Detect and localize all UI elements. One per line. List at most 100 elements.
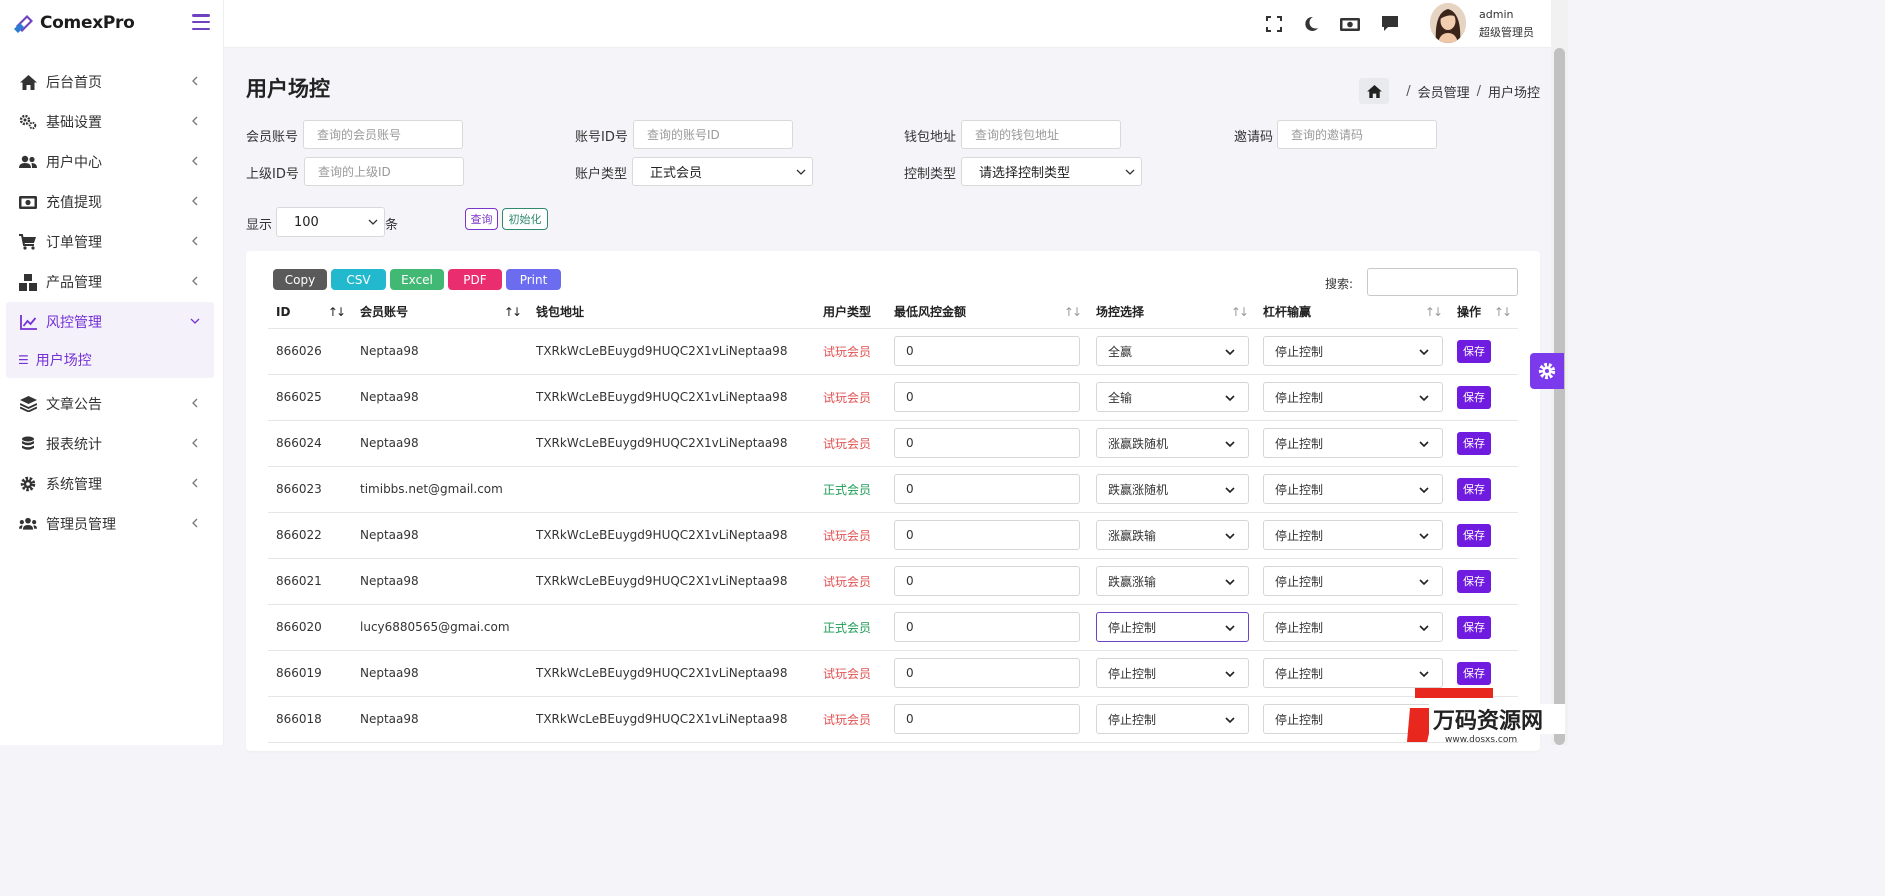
save-button[interactable]: 保存	[1457, 523, 1491, 547]
sidebar-item-recharge-withdraw[interactable]: 充值提现	[0, 182, 223, 222]
min-amount-input[interactable]: 0	[894, 520, 1080, 550]
min-amount-input[interactable]: 0	[894, 658, 1080, 688]
export-csv-button[interactable]: CSV	[331, 269, 386, 290]
fullscreen-icon[interactable]	[1265, 15, 1283, 33]
money-bill-icon[interactable]	[1340, 15, 1360, 33]
column-header-control[interactable]: 场控选择 ↑↓	[1088, 296, 1255, 329]
leverage-select[interactable]: 停止控制	[1263, 428, 1443, 458]
save-button[interactable]: 保存	[1457, 339, 1491, 363]
chevron-down-icon	[1225, 579, 1235, 586]
menu-toggle-icon[interactable]	[192, 14, 210, 30]
search-input[interactable]	[1367, 268, 1518, 296]
breadcrumb-item-member-management[interactable]: 会员管理	[1418, 82, 1470, 101]
sidebar-item-basic-settings[interactable]: 基础设置	[0, 102, 223, 142]
invite-code-input[interactable]	[1277, 120, 1437, 149]
leverage-select[interactable]: 停止控制	[1263, 336, 1443, 366]
chevron-left-icon	[192, 398, 198, 408]
save-button[interactable]: 保存	[1457, 569, 1491, 593]
sidebar-item-risk-control[interactable]: 风控管理	[6, 302, 214, 342]
cell-id: 866026	[268, 328, 352, 375]
min-amount-input[interactable]: 0	[894, 612, 1080, 642]
brand[interactable]: ComexPro	[0, 0, 223, 46]
save-button[interactable]: 保存	[1457, 431, 1491, 455]
cell-leverage: 停止控制	[1255, 466, 1449, 513]
control-select[interactable]: 停止控制	[1096, 612, 1249, 642]
leverage-select[interactable]: 停止控制	[1263, 382, 1443, 412]
column-header-action[interactable]: 操作 ↑↓	[1449, 296, 1518, 329]
chevron-down-icon	[1225, 533, 1235, 540]
sidebar-item-articles[interactable]: 文章公告	[0, 384, 223, 424]
table-row: 866025 Neptaa98 TXRkWcLeBEuygd9HUQC2X1vLiN…	[268, 374, 1518, 421]
save-button[interactable]: 保存	[1457, 615, 1491, 639]
export-copy-button[interactable]: Copy	[273, 269, 327, 290]
query-button[interactable]: 查询	[465, 208, 498, 230]
brand-logo-icon	[14, 15, 33, 33]
control-select[interactable]: 停止控制	[1096, 658, 1249, 688]
sidebar-item-admins[interactable]: 管理员管理	[0, 504, 223, 544]
control-select[interactable]: 涨赢跌输	[1096, 520, 1249, 550]
column-header-min-amount[interactable]: 最低风控金额 ↑↓	[886, 296, 1088, 329]
avatar[interactable]	[1430, 3, 1466, 43]
sidebar-item-products[interactable]: 产品管理	[0, 262, 223, 302]
column-header-wallet[interactable]: 钱包地址	[528, 296, 815, 329]
control-select[interactable]: 全赢	[1096, 336, 1249, 366]
scrollbar-thumb[interactable]	[1554, 48, 1565, 745]
sidebar-item-reports[interactable]: 报表统计	[0, 424, 223, 464]
export-print-button[interactable]: Print	[506, 269, 561, 290]
cell-action: 保存	[1449, 604, 1518, 651]
sidebar-item-orders[interactable]: 订单管理	[0, 222, 223, 262]
leverage-select[interactable]: 停止控制	[1263, 474, 1443, 504]
export-excel-button[interactable]: Excel	[390, 269, 444, 290]
control-select[interactable]: 跌赢涨随机	[1096, 474, 1249, 504]
min-amount-input[interactable]: 0	[894, 336, 1080, 366]
page-size-value: 100	[294, 214, 319, 230]
cell-action: 保存	[1449, 466, 1518, 513]
column-header-id[interactable]: ID ↑↓	[268, 296, 352, 329]
breadcrumb-home-icon[interactable]	[1359, 78, 1390, 104]
account-id-input[interactable]	[633, 120, 793, 149]
leverage-select[interactable]: 停止控制	[1263, 566, 1443, 596]
save-button[interactable]: 保存	[1457, 477, 1491, 501]
chart-line-icon	[19, 313, 37, 331]
column-header-leverage[interactable]: 杠杆输赢 ↑↓	[1255, 296, 1449, 329]
min-amount-input[interactable]: 0	[894, 704, 1080, 734]
sidebar-item-system[interactable]: 系统管理	[0, 464, 223, 504]
control-select[interactable]: 全输	[1096, 382, 1249, 412]
control-select[interactable]: 停止控制	[1096, 704, 1249, 734]
min-amount-input[interactable]: 0	[894, 382, 1080, 412]
theme-settings-gear-icon[interactable]	[1530, 353, 1564, 389]
chevron-left-icon	[192, 438, 198, 448]
leverage-select[interactable]: 停止控制	[1263, 612, 1443, 642]
reset-button[interactable]: 初始化	[502, 208, 548, 230]
parent-id-input[interactable]	[304, 157, 464, 186]
cell-wallet: TXRkWcLeBEuygd9HUQC2X1vLiNeptaa98	[528, 512, 815, 559]
moon-icon[interactable]	[1302, 15, 1320, 33]
sidebar-subitem-user-control[interactable]: ☰ 用户场控	[6, 342, 214, 378]
cell-control: 跌赢涨输	[1088, 558, 1255, 605]
table-row: 866023 timibbs.net@gmail.com 正式会员 0 跌赢涨随机 停止控…	[268, 466, 1518, 513]
cell-wallet: TXRkWcLeBEuygd9HUQC2X1vLiNeptaa98	[528, 420, 815, 467]
wallet-input[interactable]	[961, 120, 1121, 149]
control-select[interactable]: 跌赢涨输	[1096, 566, 1249, 596]
page-size-select[interactable]: 100	[276, 207, 385, 237]
account-type-select[interactable]: 正式会员	[632, 157, 813, 186]
column-header-account[interactable]: 会员账号 ↑↓	[352, 296, 528, 329]
sidebar-item-user-center[interactable]: 用户中心	[0, 142, 223, 182]
column-header-user-type[interactable]: 用户类型	[815, 296, 886, 329]
export-pdf-button[interactable]: PDF	[448, 269, 502, 290]
min-amount-input[interactable]: 0	[894, 428, 1080, 458]
account-type-label: 账户类型	[575, 167, 628, 182]
control-select[interactable]: 涨赢跌随机	[1096, 428, 1249, 458]
sidebar-item-dashboard[interactable]: 后台首页	[0, 62, 223, 102]
message-icon[interactable]	[1381, 15, 1399, 33]
control-type-value: 请选择控制类型	[979, 166, 1071, 181]
save-button[interactable]: 保存	[1457, 661, 1491, 685]
leverage-select[interactable]: 停止控制	[1263, 520, 1443, 550]
member-account-input[interactable]	[303, 120, 463, 149]
min-amount-input[interactable]: 0	[894, 566, 1080, 596]
min-amount-input[interactable]: 0	[894, 474, 1080, 504]
control-type-select[interactable]: 请选择控制类型	[961, 157, 1142, 186]
cell-account: Neptaa98	[352, 696, 528, 743]
cell-account: Neptaa98	[352, 512, 528, 559]
save-button[interactable]: 保存	[1457, 385, 1491, 409]
